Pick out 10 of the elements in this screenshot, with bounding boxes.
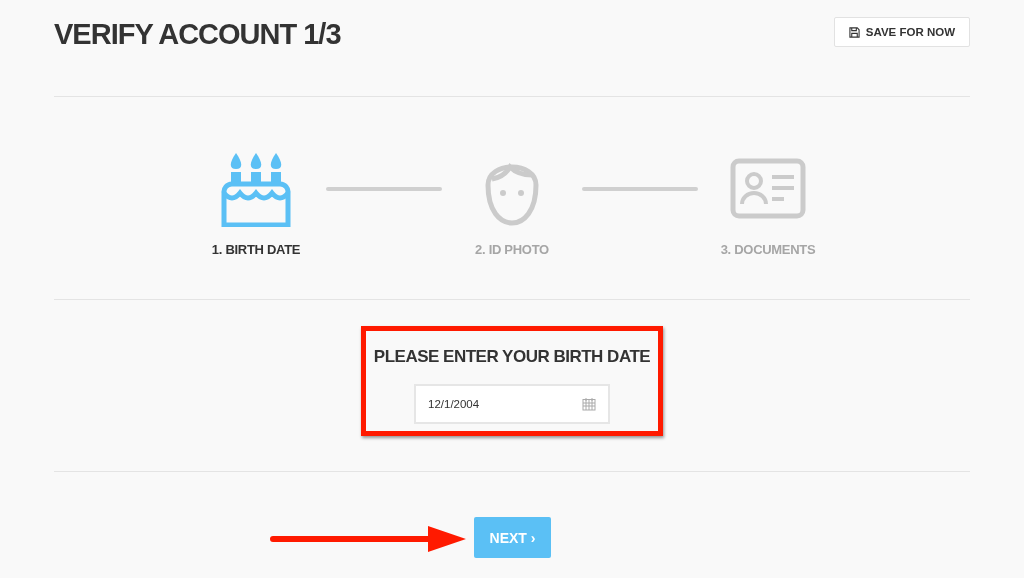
step-label: 2. ID PHOTO [475,242,549,257]
save-icon [848,26,860,38]
date-field[interactable]: 12/1/2004 [414,384,610,424]
calendar-icon [582,397,596,411]
page-title: VERIFY ACCOUNT 1/3 [54,18,341,51]
step-label: 1. BIRTH DATE [211,242,301,257]
step-label: 3. DOCUMENTS [720,242,816,257]
cake-icon [218,151,294,227]
save-for-now-button[interactable]: SAVE FOR NOW [833,17,970,47]
form-heading: PLEASE ENTER YOUR BIRTH DATE [373,347,651,367]
